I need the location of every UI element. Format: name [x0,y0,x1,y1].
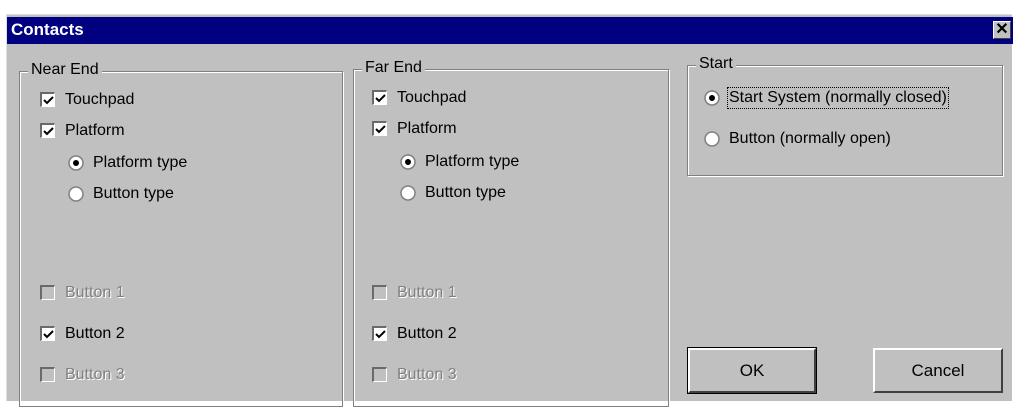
far-button1-label: Button 1 [397,284,457,301]
checkbox-checked-icon [40,92,55,107]
checkbox-checked-icon [372,121,387,136]
checkbox-checked-icon [40,123,55,138]
far-button-type-label: Button type [425,184,506,201]
far-button2-label: Button 2 [397,325,457,342]
start-system-label: Start System (normally closed) [727,87,949,109]
title-bar[interactable]: Contacts ✕ [7,17,1013,44]
far-end-group: Far End Touchpad Platform Platform type … [353,59,669,407]
cancel-button[interactable]: Cancel [873,348,1003,393]
radio-selected-icon [704,90,720,106]
start-group: Start Start System (normally closed) But… [687,55,1003,176]
close-icon[interactable]: ✕ [993,21,1011,39]
far-end-legend: Far End [362,59,425,77]
checkbox-unchecked-icon [372,367,387,382]
near-button1-label: Button 1 [65,284,125,301]
near-platform-label: Platform [65,122,125,139]
start-legend: Start [696,55,736,73]
far-touchpad-label: Touchpad [397,89,467,106]
near-touchpad-label: Touchpad [65,91,135,108]
near-button3-label: Button 3 [65,366,125,383]
far-platform-label: Platform [397,120,457,137]
checkbox-unchecked-icon [40,367,55,382]
checkbox-checked-icon [372,90,387,105]
far-platform-type-label: Platform type [425,153,520,170]
near-platform-type-label: Platform type [93,154,188,171]
checkbox-unchecked-icon [40,285,55,300]
contacts-dialog: Contacts ✕ Near End Touchpad Platform Pl… [6,14,1013,407]
button-normally-open-label: Button (normally open) [729,130,891,147]
near-end-legend: Near End [28,61,102,79]
radio-selected-icon [400,154,416,170]
radio-selected-icon [68,155,84,171]
checkbox-checked-icon [372,326,387,341]
radio-empty-icon [704,131,720,147]
window-title: Contacts [11,20,84,39]
far-button3-label: Button 3 [397,366,457,383]
radio-empty-icon [68,186,84,202]
checkbox-checked-icon [40,326,55,341]
radio-empty-icon [400,185,416,201]
ok-button[interactable]: OK [687,347,817,394]
near-end-group: Near End Touchpad Platform Platform type… [19,61,343,407]
near-button-type-label: Button type [93,185,174,202]
checkbox-unchecked-icon [372,285,387,300]
near-button2-label: Button 2 [65,325,125,342]
